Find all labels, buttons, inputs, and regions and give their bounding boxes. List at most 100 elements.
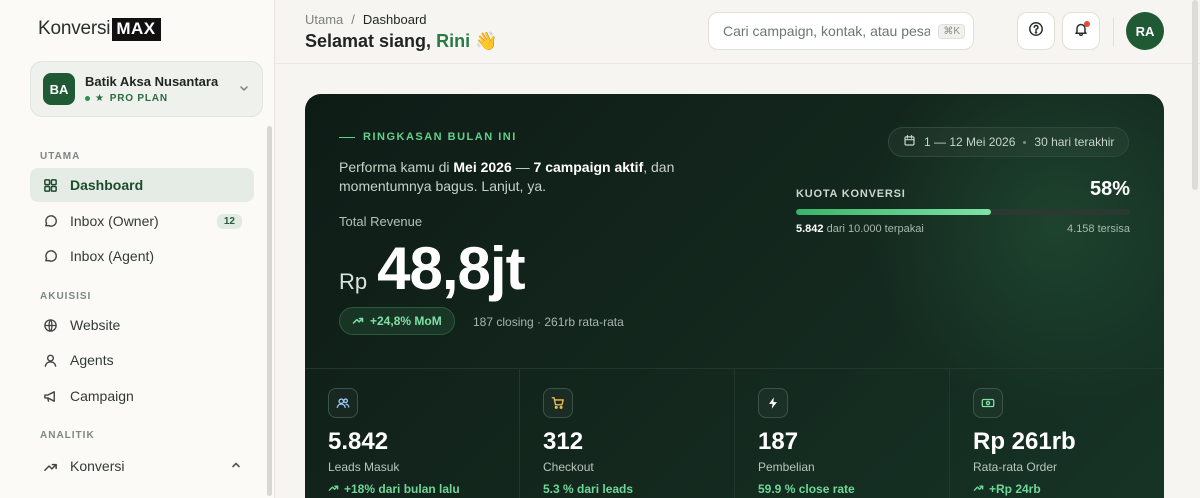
stat-label: Pembelian xyxy=(758,460,815,474)
bolt-icon xyxy=(758,388,788,418)
org-switcher[interactable]: BA Batik Aksa Nusantara ★ PRO PLAN xyxy=(30,61,263,117)
logo[interactable]: Konversi MAX xyxy=(38,17,161,41)
quota-label: KUOTA KONVERSI xyxy=(796,187,906,200)
star-icon: ★ xyxy=(95,93,105,104)
org-name: Batik Aksa Nusantara xyxy=(85,74,219,89)
topbar: Utama / Dashboard Selamat siang, Rini 👋 … xyxy=(276,0,1200,64)
breadcrumb-separator: / xyxy=(351,12,355,27)
wave-icon: 👋 xyxy=(475,31,498,51)
main-scrollbar[interactable] xyxy=(1192,0,1198,190)
mom-badge: +24,8% MoM xyxy=(339,307,455,335)
search-box[interactable]: ⌘K xyxy=(708,12,974,50)
breadcrumb-item-utama[interactable]: Utama xyxy=(305,12,343,27)
shortcut-hint: ⌘K xyxy=(938,23,965,39)
user-avatar[interactable]: RA xyxy=(1126,12,1164,50)
stat-value: 187 xyxy=(758,428,799,455)
stat-delta: 59.9 % close rate xyxy=(758,482,855,496)
breadcrumb-item-current: Dashboard xyxy=(362,12,427,27)
sidebar-scrollbar[interactable] xyxy=(267,126,272,496)
unread-count-badge: 12 xyxy=(216,213,242,229)
eyebrow-label: RINGKASAN BULAN INI xyxy=(363,131,517,143)
chat-bubble-icon xyxy=(42,213,58,229)
trend-up-icon xyxy=(973,482,984,496)
sidebar-item-label: Konversi xyxy=(70,458,125,474)
currency-label: Rp xyxy=(339,269,368,294)
stats-row: 5.842 Leads Masuk +18% dari bulan lalu 3… xyxy=(305,368,1164,498)
section-label-analitik: ANALITIK xyxy=(40,430,95,441)
stat-label: Leads Masuk xyxy=(328,460,400,474)
quota-progress-fill xyxy=(796,209,992,215)
notification-dot xyxy=(1084,21,1090,27)
logo-max-badge: MAX xyxy=(112,17,161,41)
sidebar-item-inbox-owner[interactable]: Inbox (Owner) 12 xyxy=(30,204,254,238)
users-icon xyxy=(328,388,358,418)
sidebar-item-label: Campaign xyxy=(70,388,134,404)
org-plan: ★ PRO PLAN xyxy=(85,93,238,104)
stat-card-leads[interactable]: 5.842 Leads Masuk +18% dari bulan lalu xyxy=(305,369,520,498)
quota-progress-bar xyxy=(796,209,1130,215)
quota-used: 5.842 dari 10.000 terpakai xyxy=(796,223,924,235)
status-dot-icon xyxy=(85,96,90,101)
sidebar-item-label: Agents xyxy=(70,352,114,368)
stat-card-pembelian[interactable]: 187 Pembelian 59.9 % close rate xyxy=(735,369,950,498)
sidebar-item-dashboard[interactable]: Dashboard xyxy=(30,168,254,202)
quota-panel: KUOTA KONVERSI 58% 5.842 dari 10.000 ter… xyxy=(796,178,1130,235)
revenue-value: Rp 48,8jt xyxy=(339,234,526,303)
logo-text: Konversi xyxy=(38,18,111,39)
trend-up-icon xyxy=(328,482,339,496)
sidebar-item-campaign[interactable]: Campaign xyxy=(30,379,254,413)
help-button[interactable] xyxy=(1017,12,1055,50)
date-period: 30 hari terakhir xyxy=(1034,135,1115,149)
stat-card-rata-rata-order[interactable]: Rp 261rb Rata-rata Order +Rp 24rb xyxy=(950,369,1164,498)
greeting-name: Rini xyxy=(436,31,471,51)
grid-icon xyxy=(42,177,58,193)
divider xyxy=(1113,18,1114,46)
greeting-text: Selamat siang, xyxy=(305,31,432,51)
sidebar-item-agents[interactable]: Agents xyxy=(30,343,254,377)
breadcrumb: Utama / Dashboard xyxy=(305,12,427,27)
help-icon xyxy=(1028,21,1044,42)
plan-label: PRO PLAN xyxy=(109,93,168,104)
sidebar-item-label: Dashboard xyxy=(70,177,144,193)
mom-value: +24,8% MoM xyxy=(370,314,442,328)
quota-remaining: 4.158 tersisa xyxy=(1067,223,1130,235)
sidebar-item-label: Inbox (Owner) xyxy=(70,213,159,229)
summary-eyebrow: RINGKASAN BULAN INI xyxy=(339,131,517,143)
search-input[interactable] xyxy=(723,23,931,39)
org-avatar: BA xyxy=(43,73,75,105)
date-range: 1 — 12 Mei 2026 xyxy=(924,135,1016,149)
stat-delta: 5.3 % dari leads xyxy=(543,482,634,496)
revenue-label: Total Revenue xyxy=(339,214,423,229)
sidebar: Konversi MAX BA Batik Aksa Nusantara ★ P… xyxy=(0,0,275,498)
stat-value: 312 xyxy=(543,428,584,455)
sidebar-item-label: Website xyxy=(70,317,121,333)
stat-card-checkout[interactable]: 312 Checkout 5.3 % dari leads xyxy=(520,369,735,498)
chevron-updown-icon xyxy=(238,82,250,97)
sidebar-item-label: Inbox (Agent) xyxy=(70,248,155,264)
performance-summary: Performa kamu di Mei 2026 — 7 campaign a… xyxy=(339,159,675,194)
megaphone-icon xyxy=(42,388,58,404)
cash-icon xyxy=(973,388,1003,418)
sidebar-item-konversi[interactable]: Konversi xyxy=(30,449,254,483)
summary-card: RINGKASAN BULAN INI Performa kamu di Mei… xyxy=(305,94,1164,498)
chat-bubble-icon xyxy=(42,248,58,264)
globe-icon xyxy=(42,317,58,333)
revenue-amount: 48,8jt xyxy=(377,235,525,302)
stat-value: 5.842 xyxy=(328,428,389,455)
section-label-utama: UTAMA xyxy=(40,151,81,162)
user-icon xyxy=(42,352,58,368)
date-range-picker[interactable]: 1 — 12 Mei 2026 30 hari terakhir xyxy=(888,127,1130,157)
trend-up-icon xyxy=(42,458,58,474)
chevron-up-icon xyxy=(230,458,242,474)
stat-delta: +Rp 24rb xyxy=(973,482,1164,496)
quota-percent: 58% xyxy=(1089,178,1130,200)
notifications-button[interactable] xyxy=(1062,12,1100,50)
stat-delta: +18% dari bulan lalu xyxy=(328,482,519,496)
stat-label: Checkout xyxy=(543,460,594,474)
page-title: Selamat siang, Rini 👋 xyxy=(305,31,498,52)
stat-label: Rata-rata Order xyxy=(973,460,1058,474)
trend-up-icon xyxy=(352,314,364,329)
stat-value: Rp 261rb xyxy=(973,428,1076,455)
sidebar-item-inbox-agent[interactable]: Inbox (Agent) xyxy=(30,239,254,273)
sidebar-item-website[interactable]: Website xyxy=(30,308,254,342)
